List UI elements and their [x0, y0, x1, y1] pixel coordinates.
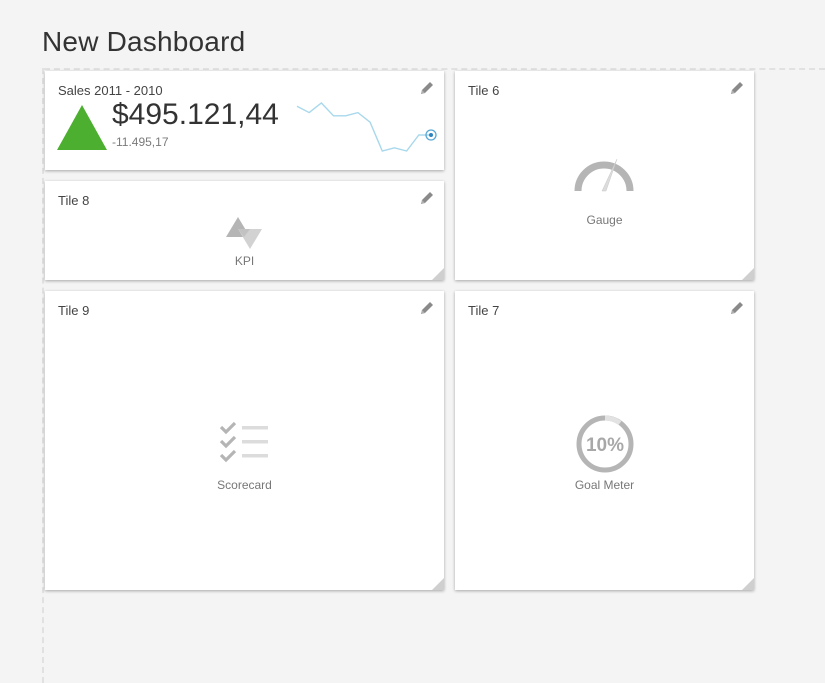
canvas-drop-zone-top-border — [44, 68, 825, 70]
goal-meter-icon: 10% — [576, 415, 634, 473]
pencil-edit-icon[interactable] — [729, 80, 745, 96]
tile-sales[interactable]: Sales 2011 - 2010 $495.121,44 -11.495,17 — [45, 71, 444, 170]
resize-handle[interactable] — [432, 578, 444, 590]
resize-handle[interactable] — [432, 268, 444, 280]
kpi-icon — [226, 217, 262, 249]
placeholder-label: Gauge — [586, 213, 623, 227]
goal-meter-percent-text: 10% — [586, 435, 624, 456]
pencil-edit-icon[interactable] — [419, 80, 435, 96]
tile-title: Tile 7 — [468, 303, 500, 318]
trend-triangle — [57, 105, 107, 150]
pencil-edit-icon[interactable] — [419, 300, 435, 316]
tile-9[interactable]: Tile 9 Scorecard — [45, 291, 444, 590]
gauge-icon — [574, 158, 634, 192]
resize-handle[interactable] — [742, 578, 754, 590]
canvas-drop-zone-left-border — [42, 68, 44, 683]
tile-6[interactable]: Tile 6 Gauge — [455, 71, 754, 280]
tile-title: Tile 8 — [58, 193, 90, 208]
pencil-edit-icon[interactable] — [729, 300, 745, 316]
tile-title: Sales 2011 - 2010 — [58, 83, 163, 98]
sparkline-chart — [296, 102, 437, 152]
kpi-delta: -11.495,17 — [112, 135, 169, 149]
dashboard-title: New Dashboard — [42, 26, 246, 57]
scorecard-icon — [219, 421, 268, 463]
placeholder-label: Goal Meter — [574, 478, 635, 492]
sparkline-line — [296, 102, 431, 152]
kpi-value: $495.121,44 — [112, 98, 279, 131]
tile-8[interactable]: Tile 8 KPI — [45, 181, 444, 280]
placeholder-label: Scorecard — [217, 478, 272, 492]
dashboard-page: New Dashboard Sales 2011 - 2010 $495.121… — [0, 0, 825, 683]
trend-up-triangle-icon — [57, 105, 107, 150]
pencil-edit-icon[interactable] — [419, 190, 435, 206]
sparkline-endpoint-dot — [429, 133, 433, 137]
resize-handle[interactable] — [742, 268, 754, 280]
tile-title: Tile 6 — [468, 83, 500, 98]
tile-7[interactable]: Tile 7 10% Goal Meter — [455, 291, 754, 590]
placeholder-label: KPI — [234, 254, 255, 268]
tile-title: Tile 9 — [58, 303, 90, 318]
